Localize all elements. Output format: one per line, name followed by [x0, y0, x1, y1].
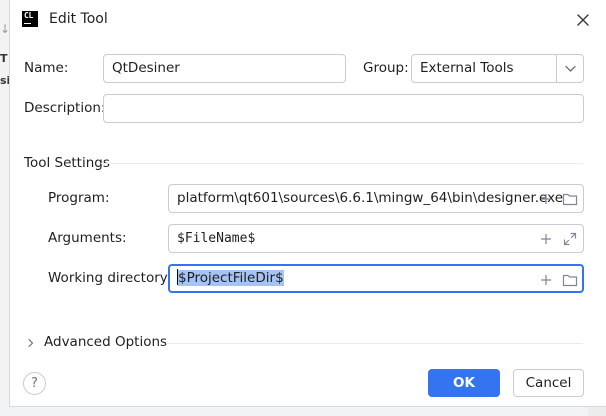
browse-button[interactable]	[561, 185, 579, 212]
working-directory-label: Working directory:	[48, 270, 172, 286]
chevron-down-icon[interactable]	[557, 55, 584, 82]
close-icon[interactable]	[574, 11, 592, 29]
tool-settings-title: Tool Settings	[24, 155, 110, 171]
expand-icon[interactable]	[563, 232, 577, 246]
group-select[interactable]: External Tools	[411, 54, 584, 83]
background-glyph: T	[0, 52, 8, 65]
arguments-label: Arguments:	[48, 230, 127, 246]
description-label: Description:	[24, 100, 106, 116]
name-field[interactable]: QtDesiner	[103, 54, 346, 83]
group-label: Group:	[363, 60, 409, 76]
working-directory-field[interactable]: $ProjectFileDir$	[168, 264, 584, 293]
ok-button[interactable]: OK	[428, 369, 500, 397]
folder-icon[interactable]	[562, 192, 578, 206]
clion-app-icon: CL	[22, 11, 38, 27]
name-label: Name:	[24, 60, 69, 76]
plus-icon[interactable]	[540, 274, 552, 286]
app-icon-bar	[24, 23, 31, 24]
folder-icon[interactable]	[562, 273, 578, 287]
plus-icon[interactable]	[540, 193, 552, 205]
working-directory-value: $ProjectFileDir$	[178, 270, 284, 286]
group-select-value: External Tools	[420, 60, 514, 76]
add-macro-button[interactable]	[537, 266, 555, 291]
advanced-options-label: Advanced Options	[44, 334, 168, 350]
program-value: platform\qt601\sources\6.6.1\mingw_64\bi…	[177, 190, 564, 206]
dialog-title: Edit Tool	[49, 11, 108, 27]
program-field[interactable]: platform\qt601\sources\6.6.1\mingw_64\bi…	[168, 184, 584, 213]
section-divider	[101, 163, 583, 164]
plus-icon[interactable]	[540, 233, 552, 245]
cancel-button[interactable]: Cancel	[513, 369, 584, 397]
background-window-bottom	[0, 407, 606, 416]
app-icon-text: CL	[24, 11, 34, 20]
arguments-value: $FileName$	[177, 231, 256, 246]
help-button[interactable]: ?	[23, 372, 46, 395]
edit-tool-dialog: CL Edit Tool Name: QtDesiner Group: Exte…	[9, 0, 606, 407]
chevron-right-icon[interactable]	[24, 333, 38, 353]
add-macro-button[interactable]	[537, 225, 555, 252]
program-label: Program:	[48, 190, 110, 206]
add-macro-button[interactable]	[537, 185, 555, 212]
section-divider	[166, 343, 583, 344]
group-dropdown-button[interactable]	[556, 55, 583, 82]
screen: ↓ T si CL Edit Tool Name: QtDesiner Grou…	[0, 0, 606, 416]
arguments-field[interactable]: $FileName$	[168, 224, 584, 253]
description-field[interactable]	[103, 94, 584, 123]
close-button[interactable]	[574, 11, 592, 29]
browse-button[interactable]	[561, 266, 579, 291]
expand-button[interactable]	[561, 225, 579, 252]
